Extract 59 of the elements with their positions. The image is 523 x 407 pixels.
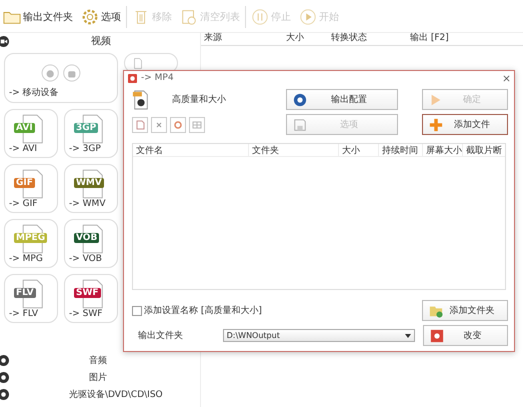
- arrow-icon: [429, 92, 443, 106]
- format-badge: GIF: [14, 178, 35, 188]
- disc-icon: [293, 92, 307, 106]
- output-folder-label: 输出文件夹: [137, 330, 184, 342]
- format-tile[interactable]: MPEG -> MPG: [4, 219, 58, 268]
- format-tile[interactable]: GIF -> GIF: [4, 164, 58, 213]
- column-header[interactable]: 持续时间: [379, 144, 423, 156]
- page-icon[interactable]: [132, 116, 148, 132]
- close-icon[interactable]: [503, 74, 510, 82]
- toolbar-button[interactable]: 选项: [78, 8, 124, 26]
- change-folder-icon: [430, 328, 444, 342]
- format-tile[interactable]: FLV -> FLV: [4, 274, 58, 323]
- format-badge: AVI: [14, 123, 35, 133]
- output-config-button[interactable]: 输出配置: [286, 89, 398, 110]
- format-badge: 3GP: [74, 123, 98, 133]
- column-header[interactable]: 截取片断: [463, 144, 502, 156]
- format-badge: MPEG: [14, 233, 48, 243]
- play-icon: [299, 8, 317, 26]
- format-tile[interactable]: -> 移动设备: [4, 53, 118, 103]
- category-label[interactable]: 视频: [91, 34, 111, 48]
- format-tile[interactable]: 3GP -> 3GP: [64, 109, 118, 158]
- category-label[interactable]: 音频: [89, 354, 107, 367]
- format-tile[interactable]: VOB -> VOB: [64, 219, 118, 268]
- format-tile[interactable]: WMV -> WMV: [64, 164, 118, 213]
- column-header[interactable]: 大小: [283, 31, 328, 45]
- toolbar-button[interactable]: 输出文件夹: [0, 8, 76, 26]
- dropdown-arrow-icon[interactable]: [405, 334, 412, 338]
- column-header[interactable]: 来源: [201, 31, 283, 45]
- add-folder-button[interactable]: 添加文件夹: [422, 300, 508, 321]
- change-button[interactable]: 改变: [423, 325, 508, 346]
- save-icon: [293, 118, 307, 132]
- column-header[interactable]: 转换状态: [328, 31, 407, 45]
- output-folder-dropdown[interactable]: D:\WNOutput: [222, 329, 416, 342]
- column-header[interactable]: 文件夹: [249, 144, 339, 156]
- clear-list-icon: [180, 8, 198, 26]
- window-title: -> MP4: [141, 73, 175, 83]
- format-badge: FLV: [14, 288, 36, 298]
- column-header[interactable]: 大小: [339, 144, 379, 156]
- format-tile[interactable]: SWF -> SWF: [64, 274, 118, 323]
- format-badge: VOB: [74, 233, 100, 243]
- column-header[interactable]: 文件名: [133, 144, 249, 156]
- category-label[interactable]: 光驱设备\DVD\CD\ISO: [69, 388, 163, 401]
- add-file-button[interactable]: 添加文件: [422, 114, 508, 135]
- plus-icon: [429, 118, 443, 132]
- format-badge: WMV: [74, 178, 104, 188]
- format-tile[interactable]: AVI -> AVI: [4, 109, 58, 158]
- remove-icon[interactable]: [151, 116, 167, 132]
- pause-icon: [251, 8, 269, 26]
- app-icon: [128, 74, 137, 82]
- format-badge: SWF: [74, 288, 101, 298]
- column-header[interactable]: 输出 [F2]: [407, 31, 449, 45]
- column-header[interactable]: 屏幕大小: [423, 144, 463, 156]
- gear-icon: [81, 8, 99, 26]
- add-setting-name-checkbox[interactable]: 添加设置名称 [高质量和大小]: [132, 304, 262, 317]
- profile-label: 高质量和大小: [172, 94, 226, 106]
- video-file-icon: [132, 90, 150, 110]
- category-label[interactable]: 图片: [89, 371, 107, 384]
- grid-icon[interactable]: [189, 116, 205, 132]
- folder-add-icon: [429, 304, 443, 318]
